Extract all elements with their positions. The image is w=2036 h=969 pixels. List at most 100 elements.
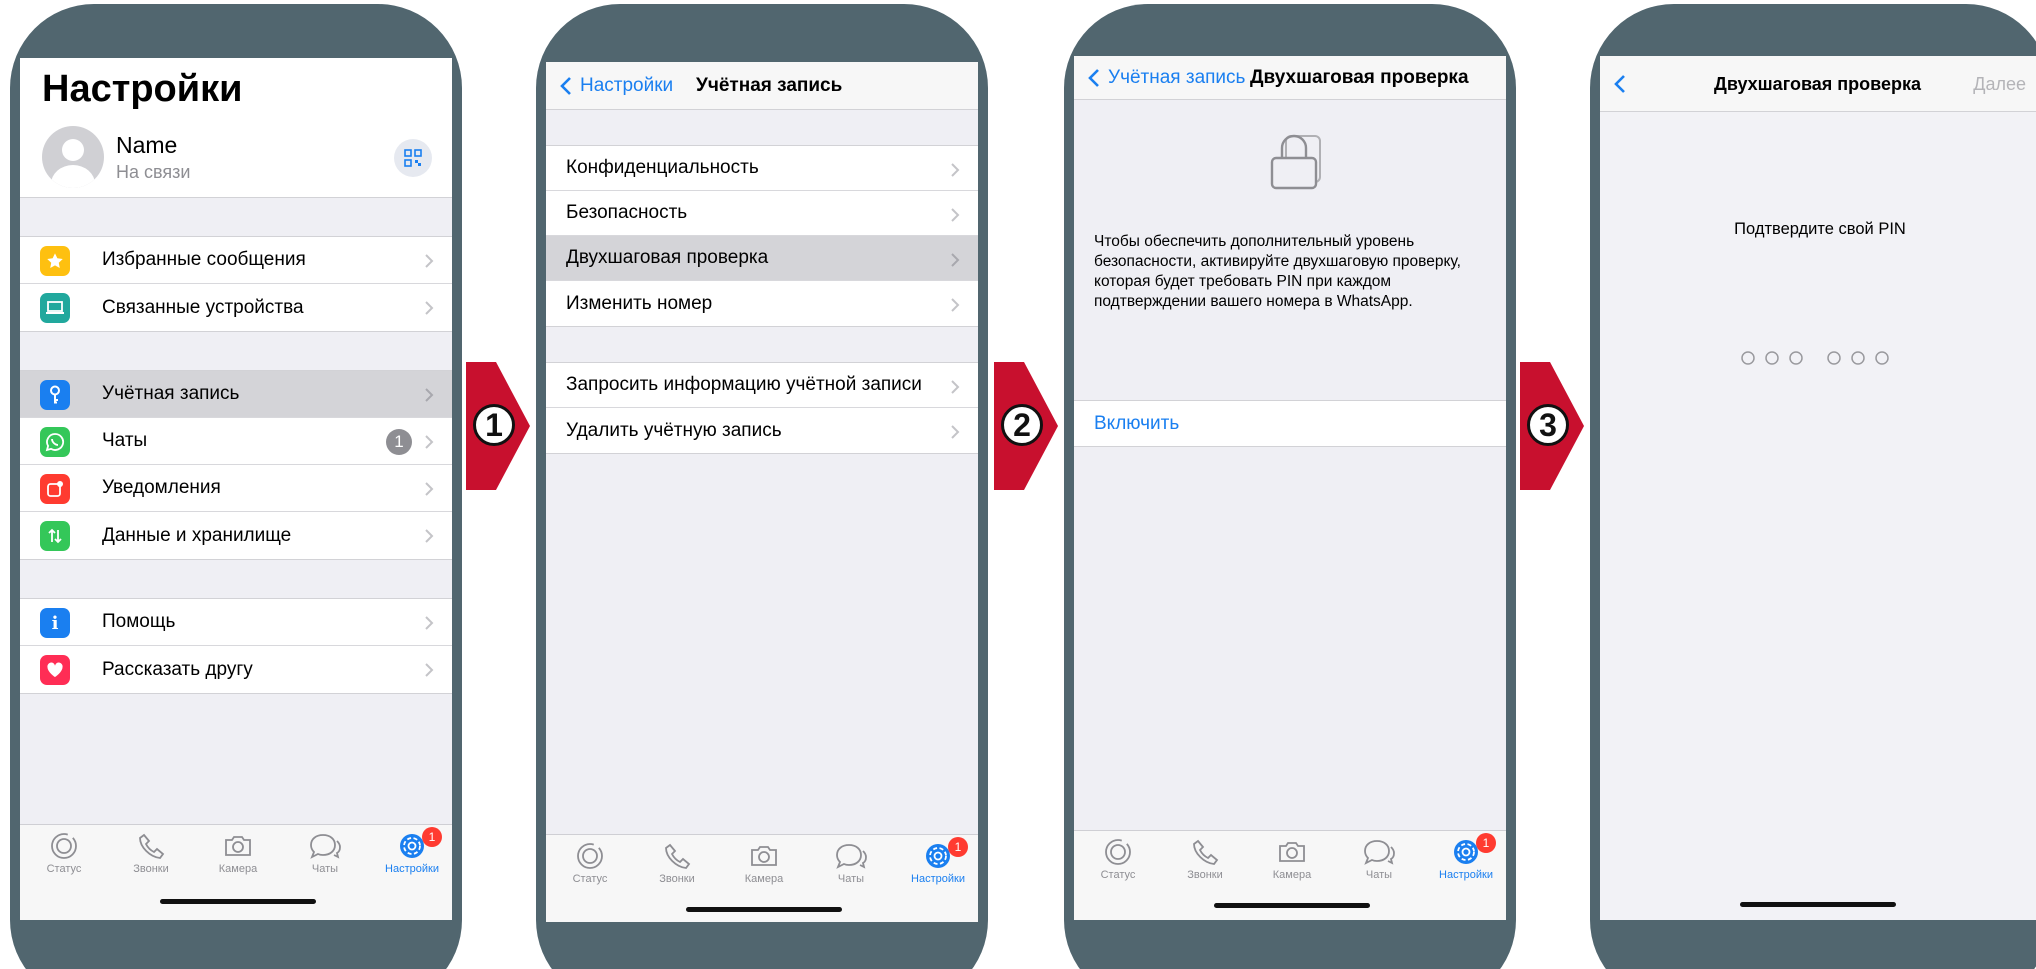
settings-item-starred[interactable]: Избранные сообщения — [20, 237, 452, 284]
page-title: Учётная запись — [696, 75, 843, 96]
tab-camera[interactable]: Камера — [724, 835, 804, 885]
settings-item-linked-devices[interactable]: Связанные устройства — [20, 284, 452, 331]
step-arrow-1: 1 — [466, 362, 530, 490]
account-item-delete[interactable]: Удалить учётную запись — [546, 408, 978, 453]
chevron-right-icon — [425, 388, 434, 402]
settings-badge: 1 — [948, 837, 968, 857]
settings-badge: 1 — [1476, 833, 1496, 853]
tab-calls[interactable]: Звонки — [1165, 831, 1245, 881]
chevron-left-icon — [1088, 69, 1099, 87]
back-button[interactable] — [1614, 56, 1634, 112]
settings-group-favorites: Избранные сообщения Связанные устройства — [20, 236, 452, 332]
phone-frame-account: Настройки Учётная запись Конфиденциально… — [536, 4, 988, 969]
tab-settings[interactable]: Настройки 1 — [898, 835, 978, 885]
tab-status[interactable]: Статус — [24, 825, 104, 875]
data-arrows-icon — [40, 521, 70, 551]
phone-icon — [1193, 839, 1219, 865]
nav-bar: Учётная запись Двухшаговая проверка — [1074, 56, 1506, 100]
account-group-data: Запросить информацию учётной записи Удал… — [546, 362, 978, 454]
notification-icon — [40, 474, 70, 504]
tab-chats[interactable]: Чаты — [1339, 831, 1419, 881]
status-icon — [1105, 839, 1131, 865]
camera-icon — [751, 846, 777, 866]
settings-item-label: Избранные сообщения — [102, 249, 306, 270]
settings-item-label: Уведомления — [102, 477, 221, 498]
account-group-main: Конфиденциальность Безопасность Двухшаго… — [546, 145, 978, 327]
settings-item-notifications[interactable]: Уведомления — [20, 465, 452, 512]
tab-bar: Статус Звонки Камера Чаты Настройки 1 — [546, 834, 978, 922]
heart-icon — [40, 655, 70, 685]
settings-item-label: Связанные устройства — [102, 296, 304, 318]
next-button[interactable]: Далее — [1973, 56, 2026, 112]
tab-settings[interactable]: Настройки 1 — [1426, 831, 1506, 881]
settings-item-help[interactable]: i Помощь — [20, 599, 452, 646]
chevron-left-icon — [560, 77, 571, 95]
home-indicator[interactable] — [160, 899, 316, 904]
tab-chats[interactable]: Чаты — [285, 825, 365, 875]
chat-bubbles-icon — [836, 844, 867, 869]
tab-camera[interactable]: Камера — [198, 825, 278, 875]
unread-badge: 1 — [386, 429, 412, 455]
settings-screen: Настройки Name На связи Избранные сообще… — [20, 58, 452, 920]
chevron-right-icon — [425, 435, 434, 449]
profile-row[interactable]: Name На связи — [20, 118, 452, 198]
chevron-right-icon — [425, 616, 434, 630]
page-title: Настройки — [20, 58, 452, 118]
settings-item-chats[interactable]: Чаты 1 — [20, 418, 452, 465]
settings-item-account[interactable]: Учётная запись — [20, 371, 452, 418]
account-item-two-step[interactable]: Двухшаговая проверка — [546, 236, 978, 281]
two-step-description: Чтобы обеспечить дополнительный уровень … — [1094, 233, 1461, 310]
chevron-right-icon — [425, 254, 434, 268]
qr-code-button[interactable] — [394, 139, 432, 177]
chevron-right-icon — [951, 163, 960, 177]
phone-frame-settings: Настройки Name На связи Избранные сообще… — [10, 4, 462, 969]
home-indicator[interactable] — [1740, 902, 1896, 907]
tab-bar: Статус Звонки Камера Чаты Настройки 1 — [1074, 830, 1506, 920]
tab-calls[interactable]: Звонки — [111, 825, 191, 875]
chat-bubbles-icon — [310, 834, 341, 859]
laptop-icon — [40, 293, 70, 323]
settings-badge: 1 — [422, 827, 442, 847]
chevron-right-icon — [425, 482, 434, 496]
settings-item-label: Чаты — [102, 430, 148, 451]
account-item-privacy[interactable]: Конфиденциальность — [546, 146, 978, 191]
profile-status: На связи — [116, 162, 191, 182]
status-icon — [577, 843, 603, 869]
tab-status[interactable]: Статус — [550, 835, 630, 885]
tab-settings[interactable]: Настройки 1 — [372, 825, 452, 875]
account-item-request-info[interactable]: Запросить информацию учётной записи — [546, 363, 978, 408]
key-icon — [40, 380, 70, 410]
chevron-right-icon — [425, 301, 434, 315]
account-item-change-number[interactable]: Изменить номер — [546, 281, 978, 326]
status-icon — [51, 833, 77, 859]
phone-icon — [665, 843, 691, 869]
settings-item-tell-friend[interactable]: Рассказать другу — [20, 646, 452, 693]
lock-illustration — [1074, 100, 1506, 190]
enable-button[interactable]: Включить — [1074, 401, 1506, 446]
tab-camera[interactable]: Камера — [1252, 831, 1332, 881]
pin-prompt: Подтвердите свой PIN — [1734, 220, 1906, 238]
enable-group: Включить — [1074, 400, 1506, 447]
settings-item-label: Учётная запись — [102, 383, 240, 404]
lock-icon — [1270, 134, 1321, 190]
step-number: 2 — [1001, 404, 1043, 446]
back-button[interactable]: Учётная запись — [1088, 56, 1245, 100]
home-indicator[interactable] — [1214, 903, 1370, 908]
settings-item-storage[interactable]: Данные и хранилище — [20, 512, 452, 559]
tab-status[interactable]: Статус — [1078, 831, 1158, 881]
settings-group-help: i Помощь Рассказать другу — [20, 598, 452, 694]
back-button[interactable]: Настройки — [560, 62, 673, 110]
step-number: 1 — [473, 404, 515, 446]
confirm-pin-screen: Двухшаговая проверка Далее Подтвердите с… — [1600, 56, 2036, 920]
tab-chats[interactable]: Чаты — [811, 835, 891, 885]
info-icon: i — [40, 608, 70, 638]
settings-item-label: Помощь — [102, 611, 176, 632]
pin-input[interactable] — [1600, 350, 2036, 366]
star-icon — [40, 246, 70, 276]
home-indicator[interactable] — [686, 907, 842, 912]
chevron-right-icon — [951, 298, 960, 312]
tab-calls[interactable]: Звонки — [637, 835, 717, 885]
account-item-security[interactable]: Безопасность — [546, 191, 978, 236]
avatar[interactable] — [42, 126, 104, 188]
step-number: 3 — [1527, 404, 1569, 446]
